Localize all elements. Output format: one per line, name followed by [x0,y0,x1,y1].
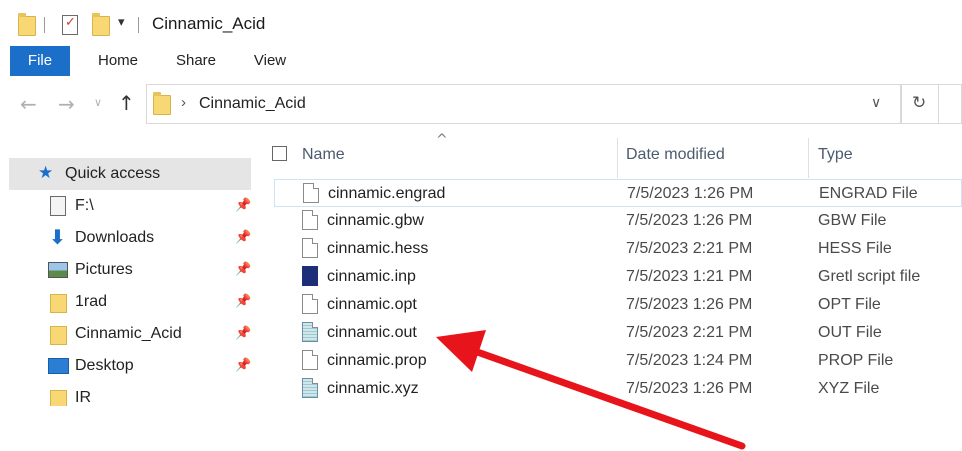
annotation-arrow [436,330,746,450]
